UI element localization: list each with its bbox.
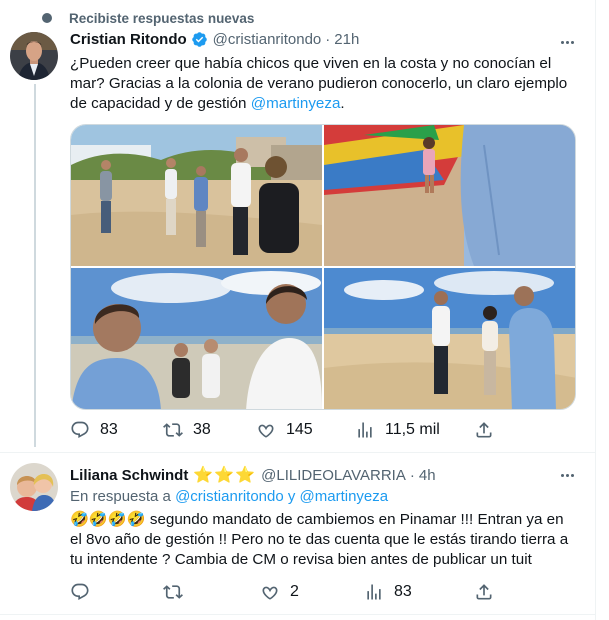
author-handle[interactable]: @cristianritondo	[213, 31, 322, 48]
tweet-time[interactable]: 4h	[419, 467, 436, 484]
reply-button[interactable]	[70, 582, 100, 602]
share-icon	[476, 422, 492, 438]
views-button[interactable]: 83	[364, 582, 412, 602]
tweet-header: Liliana Schwindt ⭐⭐⭐ @LILIDEOLAVARRIA · …	[70, 465, 436, 485]
like-count: 145	[286, 421, 313, 438]
like-button[interactable]: 145	[256, 420, 313, 440]
photo-3[interactable]	[71, 268, 322, 409]
tweet-header: Cristian Ritondo @cristianritondo · 21h	[70, 31, 359, 48]
heart-icon	[262, 586, 278, 600]
avatar-cristian-icon	[10, 32, 58, 80]
tweet-line-3: tu intendente ? Cambia de CM o revisa bi…	[70, 551, 532, 568]
notice-text: Recibiste respuestas nuevas	[69, 10, 255, 26]
heart-icon	[258, 424, 274, 438]
reply-icon	[71, 583, 89, 601]
author-name[interactable]: Cristian Ritondo	[70, 31, 187, 48]
share-button[interactable]	[474, 582, 494, 602]
reply-button[interactable]: 83	[70, 420, 118, 440]
photo-2[interactable]	[324, 125, 575, 266]
tweet-text: 🤣🤣🤣🤣 segundo mandato de cambiemos en Pin…	[70, 510, 590, 570]
tweet-divider	[0, 614, 596, 615]
media-grid	[70, 124, 576, 410]
tweet-line-1: 🤣🤣🤣🤣 segundo mandato de cambiemos en Pin…	[70, 510, 590, 530]
notice-dot-icon	[42, 13, 52, 23]
reply-icon	[71, 421, 89, 439]
avatar[interactable]	[10, 463, 58, 511]
tweet-line-2: el 8vo año de gestión !! Pero no te das …	[70, 531, 569, 548]
author-handle[interactable]: @LILIDEOLAVARRIA	[261, 467, 406, 484]
reply-prefix: En respuesta a	[70, 488, 176, 505]
photo-1[interactable]	[71, 125, 322, 266]
tweet-text: ¿Pueden creer que había chicos que viven…	[70, 54, 570, 114]
views-button[interactable]: 11,5 mil	[355, 420, 440, 440]
replying-to: En respuesta a @cristianritondo y @marti…	[70, 488, 388, 505]
tweet-text-end: .	[340, 95, 345, 112]
more-options-icon[interactable]	[555, 465, 579, 485]
reply-count: 83	[100, 421, 118, 438]
like-count: 2	[290, 583, 299, 600]
views-count: 83	[394, 583, 412, 600]
stars-emoji: ⭐⭐⭐	[193, 467, 257, 484]
separator: ·	[409, 466, 415, 484]
retweet-icon	[163, 423, 183, 437]
like-button[interactable]: 2	[260, 582, 299, 602]
avatar[interactable]	[10, 32, 58, 80]
mention-link[interactable]: @martinyeza	[251, 95, 341, 112]
views-chart-icon	[367, 584, 381, 600]
author-name[interactable]: Liliana Schwindt	[70, 467, 188, 484]
retweet-button[interactable]	[163, 582, 193, 602]
tweet-time[interactable]: 21h	[334, 31, 359, 48]
verified-badge-icon	[191, 31, 208, 48]
more-options-icon[interactable]	[555, 32, 579, 52]
retweet-button[interactable]: 38	[163, 420, 211, 440]
retweet-icon	[163, 585, 183, 599]
reply-mentions-link[interactable]: @cristianritondo y @martinyeza	[175, 488, 388, 505]
retweet-count: 38	[193, 421, 211, 438]
share-icon	[476, 584, 492, 600]
views-count: 11,5 mil	[385, 421, 440, 438]
new-replies-notice[interactable]: Recibiste respuestas nuevas	[14, 8, 254, 28]
views-chart-icon	[358, 422, 372, 438]
emoji-group: 🤣🤣🤣🤣	[70, 511, 146, 528]
avatar-liliana-icon	[10, 463, 58, 511]
thread-connector-line	[34, 84, 36, 447]
timeline: Recibiste respuestas nuevas Cristian Rit…	[0, 0, 596, 620]
share-button[interactable]	[474, 420, 494, 440]
separator: ·	[325, 31, 331, 48]
tweet-line-1-text: segundo mandato de cambiemos en Pinamar …	[145, 511, 564, 528]
tweet-divider	[0, 452, 596, 453]
photo-4[interactable]	[324, 268, 575, 409]
